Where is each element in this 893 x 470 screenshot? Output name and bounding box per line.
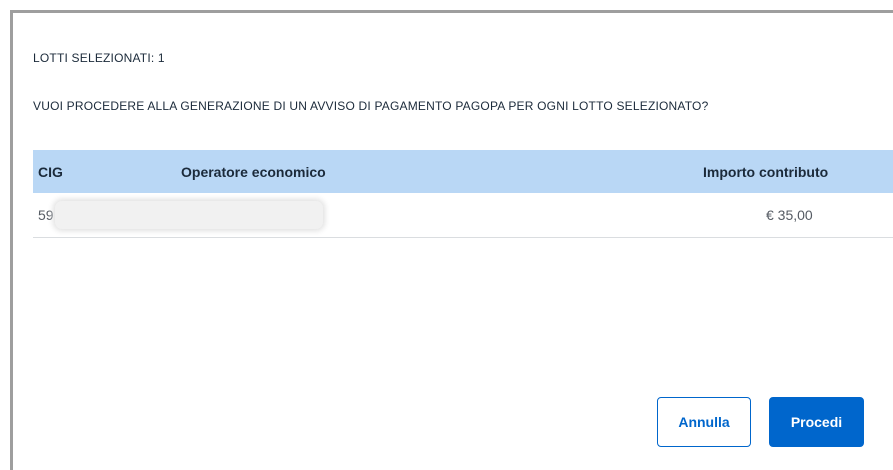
cell-amount: € 35,00 xyxy=(766,207,813,223)
redacted-operator-name xyxy=(55,201,323,229)
lots-table: CIG Operatore economico Importo contribu… xyxy=(33,150,893,238)
confirmation-question: VUOI PROCEDERE ALLA GENERAZIONE DI UN AV… xyxy=(33,99,709,113)
cancel-button[interactable]: Annulla xyxy=(657,397,751,447)
cell-cig: 59 xyxy=(38,207,54,223)
proceed-button[interactable]: Procedi xyxy=(769,397,864,447)
dialog: LOTTI SELEZIONATI: 1 VUOI PROCEDERE ALLA… xyxy=(10,10,893,470)
column-header-amount: Importo contributo xyxy=(703,164,829,180)
table-header: CIG Operatore economico Importo contribu… xyxy=(33,150,893,193)
column-header-operator: Operatore economico xyxy=(181,164,326,180)
column-header-cig: CIG xyxy=(38,164,63,180)
lots-selected-count: LOTTI SELEZIONATI: 1 xyxy=(33,51,165,65)
table-row: 59 € 35,00 xyxy=(33,193,893,238)
